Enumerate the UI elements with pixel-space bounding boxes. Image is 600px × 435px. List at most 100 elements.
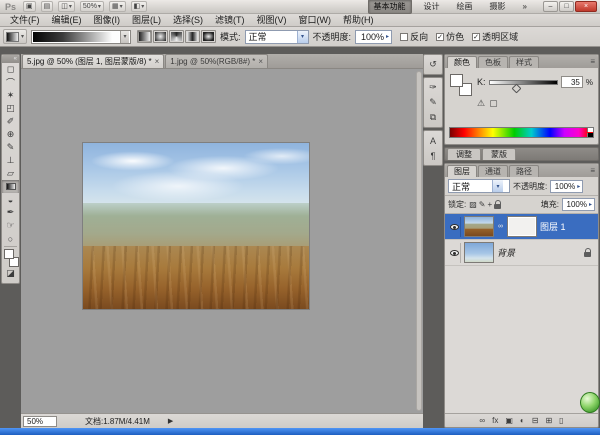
layer-fill-field[interactable]: 100% ▸ xyxy=(562,198,595,211)
menu-image[interactable]: 图像(I) xyxy=(88,14,127,27)
menu-file[interactable]: 文件(F) xyxy=(4,14,46,27)
layer-style-button[interactable]: fx xyxy=(492,417,498,425)
k-value-field[interactable]: 35 xyxy=(561,76,583,88)
menu-edit[interactable]: 编辑(E) xyxy=(46,14,88,27)
adjustment-layer-button[interactable]: ◐ xyxy=(520,417,525,425)
hand-tool[interactable]: ☞ xyxy=(2,219,19,232)
healing-brush-tool[interactable]: ⊕ xyxy=(2,128,19,141)
document-tab-active[interactable]: 5.jpg @ 50% (图层 1, 图层蒙版/8) * × xyxy=(22,54,164,68)
color-spectrum-ramp[interactable] xyxy=(449,127,594,138)
menu-view[interactable]: 视图(V) xyxy=(251,14,293,27)
workspace-design-button[interactable]: 设计 xyxy=(419,0,445,13)
magic-wand-tool[interactable]: ✶ xyxy=(2,89,19,102)
linear-gradient-button[interactable] xyxy=(137,30,152,43)
brushes-panel-icon[interactable]: ✎ xyxy=(425,95,441,110)
eraser-tool[interactable]: ▱ xyxy=(2,167,19,180)
reflected-gradient-button[interactable] xyxy=(185,30,200,43)
status-options-arrow[interactable]: ▶ xyxy=(168,417,173,425)
crop-tool[interactable]: ◰ xyxy=(2,102,19,115)
close-button[interactable]: × xyxy=(575,1,597,12)
gradient-tool[interactable] xyxy=(2,180,19,193)
tab-paths[interactable]: 路径 xyxy=(509,165,539,177)
web-color-icon[interactable]: ▢ xyxy=(489,98,498,109)
tool-preset-picker[interactable]: ▾ xyxy=(3,29,27,44)
diamond-gradient-button[interactable] xyxy=(201,30,216,43)
workspace-photography-button[interactable]: 摄影 xyxy=(485,0,511,13)
clone-stamp-tool[interactable]: ⊥ xyxy=(2,154,19,167)
lock-all-icon[interactable] xyxy=(494,204,501,209)
dither-checkbox[interactable]: ✓ xyxy=(436,33,444,41)
rectangular-marquee-tool[interactable]: ◻ xyxy=(2,63,19,76)
menu-help[interactable]: 帮助(H) xyxy=(337,14,380,27)
panel-color-swatches[interactable] xyxy=(450,74,472,96)
angle-gradient-button[interactable] xyxy=(169,30,184,43)
lock-transparency-icon[interactable]: ▨ xyxy=(469,200,477,209)
lock-position-icon[interactable]: + xyxy=(488,200,493,209)
opacity-field[interactable]: 100% ▸ xyxy=(355,30,392,44)
menu-select[interactable]: 选择(S) xyxy=(167,14,209,27)
workspace-essentials-button[interactable]: 基本功能 xyxy=(368,0,412,14)
lasso-tool[interactable]: ⌒ xyxy=(2,76,19,89)
arrange-documents-button[interactable]: ▦▾ xyxy=(109,1,126,12)
layer-row-background[interactable]: 背景 xyxy=(445,240,598,266)
blend-mode-select[interactable]: 正常 ▾ xyxy=(245,30,309,44)
eyedropper-tool[interactable]: ✐ xyxy=(2,115,19,128)
layer-opacity-field[interactable]: 100% ▸ xyxy=(550,180,583,193)
close-tab-icon[interactable]: × xyxy=(258,57,263,66)
add-layer-mask-button[interactable]: ▣ xyxy=(505,417,513,425)
menu-layer[interactable]: 图层(L) xyxy=(126,14,167,27)
character-panel-icon[interactable]: A xyxy=(425,133,441,148)
white-cap[interactable] xyxy=(587,128,593,132)
status-zoom-field[interactable]: 50% xyxy=(23,416,57,427)
layer-blend-mode-select[interactable]: 正常 ▾ xyxy=(448,179,510,193)
tab-swatches[interactable]: 色板 xyxy=(478,56,508,68)
minimize-button[interactable]: – xyxy=(543,1,558,12)
zoom-tool[interactable]: ○ xyxy=(2,232,19,245)
menu-filter[interactable]: 滤镜(T) xyxy=(209,14,251,27)
canvas[interactable] xyxy=(21,69,423,413)
visibility-toggle[interactable] xyxy=(448,243,461,263)
screen-mode-button[interactable]: ◧▾ xyxy=(131,1,148,12)
new-group-button[interactable]: ⊟ xyxy=(532,417,539,425)
transparency-checkbox-group[interactable]: ✓ 透明区域 xyxy=(472,30,518,43)
launch-bridge-button[interactable]: ▣ xyxy=(23,1,36,12)
tab-adjustments[interactable]: 调整 xyxy=(447,148,481,160)
tab-styles[interactable]: 样式 xyxy=(509,56,539,68)
floating-assistant-ball[interactable] xyxy=(580,392,600,413)
menu-window[interactable]: 窗口(W) xyxy=(293,14,338,27)
canvas-image[interactable] xyxy=(83,143,309,309)
tab-layers[interactable]: 图层 xyxy=(447,165,477,177)
close-tab-icon[interactable]: × xyxy=(155,57,160,66)
view-extras-button[interactable]: ◫▾ xyxy=(58,1,75,12)
foreground-color-swatch[interactable] xyxy=(4,249,14,259)
paragraph-panel-icon[interactable]: ¶ xyxy=(425,148,441,163)
tab-channels[interactable]: 通道 xyxy=(478,165,508,177)
panel-menu-icon[interactable]: ≡ xyxy=(590,166,595,175)
workspace-painting-button[interactable]: 绘画 xyxy=(452,0,478,13)
color-swatches[interactable] xyxy=(3,249,20,267)
panel-menu-icon[interactable]: ≡ xyxy=(590,57,595,66)
tools-collapse-header[interactable]: « xyxy=(2,55,19,63)
history-panel-icon[interactable]: ↺ xyxy=(425,57,441,72)
foreground-color-swatch[interactable] xyxy=(450,74,463,87)
transparency-checkbox[interactable]: ✓ xyxy=(472,33,480,41)
visibility-toggle[interactable] xyxy=(448,217,461,237)
layer-thumbnail[interactable] xyxy=(464,242,494,263)
new-layer-button[interactable]: ⊞ xyxy=(545,417,552,425)
black-cap[interactable] xyxy=(587,133,593,137)
k-slider[interactable] xyxy=(489,80,558,85)
lock-pixels-icon[interactable]: ✎ xyxy=(479,200,486,209)
brush-tool[interactable]: ✎ xyxy=(2,141,19,154)
link-layers-button[interactable]: ∞ xyxy=(479,417,485,425)
tab-color[interactable]: 颜色 xyxy=(447,56,477,68)
k-slider-thumb[interactable] xyxy=(512,83,522,93)
restore-button[interactable]: □ xyxy=(559,1,574,12)
radial-gradient-button[interactable] xyxy=(153,30,168,43)
layer-thumbnail[interactable] xyxy=(464,216,494,237)
quick-mask-button[interactable]: ◪ xyxy=(2,267,19,280)
reverse-checkbox-group[interactable]: 反向 xyxy=(400,30,428,43)
document-tab-inactive[interactable]: 1.jpg @ 50%(RGB/8#) * × xyxy=(165,54,268,68)
layer-name[interactable]: 背景 xyxy=(497,246,515,259)
layer-name[interactable]: 图层 1 xyxy=(540,220,566,233)
tab-masks[interactable]: 蒙版 xyxy=(482,148,516,160)
